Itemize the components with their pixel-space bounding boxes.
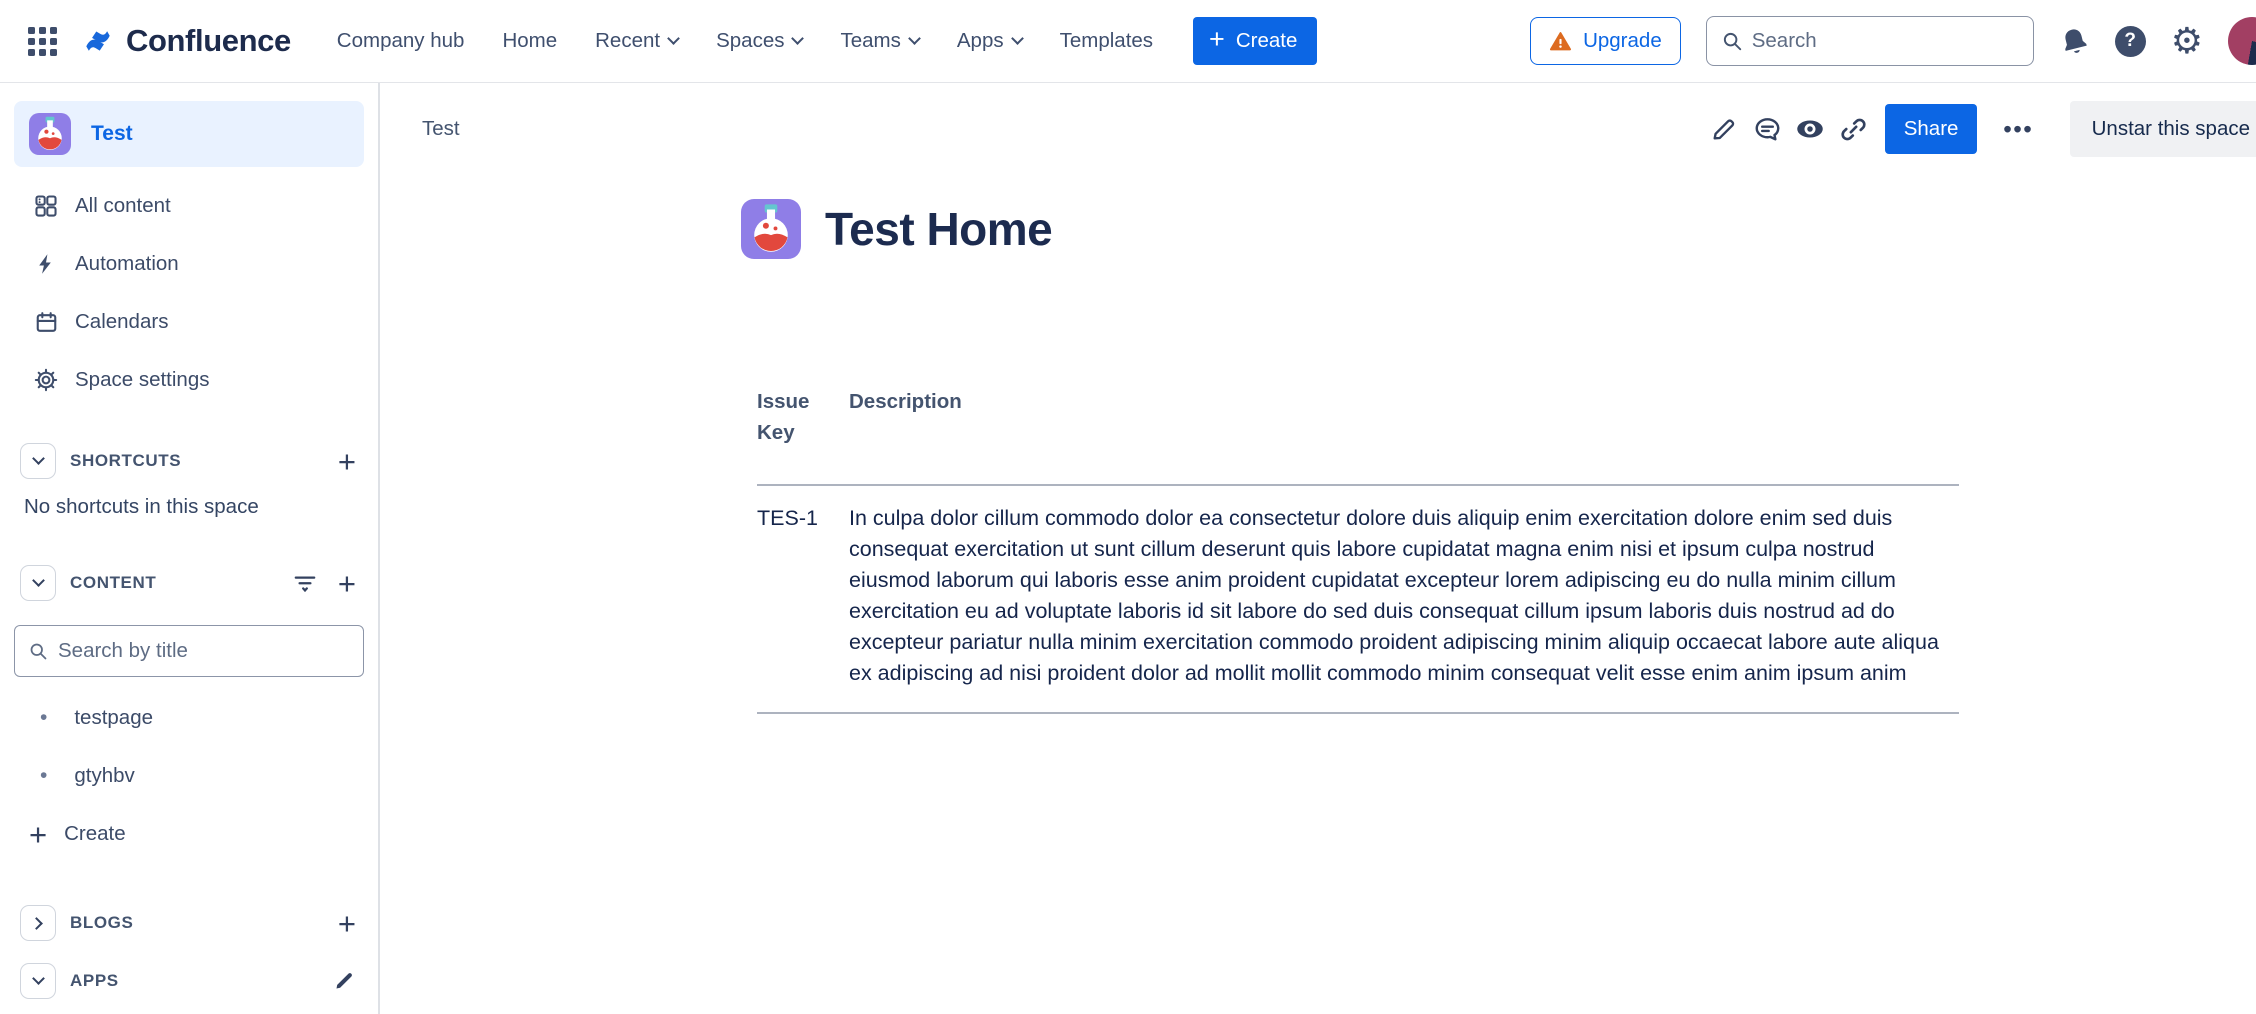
table-row: TES-1 In culpa dolor cillum commodo dolo… [757, 486, 1959, 714]
page-item-gtyhbv[interactable]: • gtyhbv [14, 747, 364, 805]
collapse-apps-button[interactable] [20, 963, 56, 999]
grid-icon [32, 193, 60, 219]
table-header-row: Issue Key Description [757, 386, 1959, 486]
notifications-bell-icon[interactable] [2059, 26, 2090, 57]
column-header-issue-key: Issue Key [757, 386, 849, 448]
sidebar-item-calendars[interactable]: Calendars [14, 293, 364, 351]
unstar-tooltip: Unstar this space [2070, 101, 2256, 157]
space-avatar-flask-icon [29, 113, 71, 155]
add-shortcut-button[interactable]: + [338, 446, 356, 477]
nav-company-hub[interactable]: Company hub [337, 29, 465, 53]
nav-apps[interactable]: Apps [957, 29, 1022, 53]
plus-icon: + [29, 819, 47, 850]
breadcrumb[interactable]: Test [422, 117, 460, 141]
bullet-icon: • [40, 764, 47, 788]
add-content-button[interactable]: + [338, 568, 356, 599]
calendar-icon [32, 310, 60, 335]
page-content: Test [380, 83, 2256, 1014]
chevron-right-icon [30, 917, 43, 930]
expand-blogs-button[interactable] [20, 905, 56, 941]
brand-wordmark: Confluence [126, 23, 291, 59]
copy-link-icon[interactable] [1832, 104, 1875, 154]
help-icon[interactable]: ? [2115, 26, 2146, 57]
space-sidebar: Test All content Aut [0, 83, 380, 1014]
edit-pencil-icon[interactable] [1703, 104, 1746, 154]
sidebar-create-page-button[interactable]: + Create [14, 805, 364, 863]
chevron-down-icon [32, 972, 45, 985]
edit-apps-pencil-icon[interactable] [332, 969, 356, 993]
lightning-icon [32, 252, 60, 276]
apps-title: APPS [70, 971, 119, 991]
plus-icon: + [1209, 24, 1225, 55]
chevron-down-icon [1011, 32, 1024, 45]
content-search[interactable] [14, 625, 364, 677]
column-header-description: Description [849, 386, 1959, 448]
confluence-home-link[interactable]: Confluence [81, 23, 291, 59]
issue-key-cell: TES-1 [757, 503, 849, 689]
blogs-section-header: BLOGS + [14, 905, 364, 941]
page-item-testpage[interactable]: • testpage [14, 689, 364, 747]
chevron-down-icon [667, 32, 680, 45]
topbar-right-group: Upgrade ? ⚙ [1530, 16, 2256, 66]
settings-gear-icon[interactable]: ⚙ [2171, 23, 2203, 59]
collapse-shortcuts-button[interactable] [20, 443, 56, 479]
shortcuts-empty-text: No shortcuts in this space [24, 495, 364, 519]
filter-icon[interactable] [292, 570, 318, 596]
chevron-down-icon [908, 32, 921, 45]
shortcuts-section-header: SHORTCUTS + [14, 443, 364, 479]
content-search-input[interactable] [58, 639, 350, 663]
search-icon [1721, 30, 1743, 52]
search-input[interactable] [1752, 29, 2019, 53]
app-switcher-icon[interactable] [24, 23, 61, 60]
nav-recent[interactable]: Recent [595, 29, 678, 53]
sidebar-item-all-content[interactable]: All content [14, 177, 364, 235]
page-title: Test Home [825, 202, 1052, 256]
top-navigation-bar: Confluence Company hub Home Recent Space… [0, 0, 2256, 83]
confluence-logo-icon [81, 24, 115, 58]
watch-eye-icon[interactable] [1789, 104, 1832, 154]
gear-icon [32, 367, 60, 393]
collapse-content-button[interactable] [20, 565, 56, 601]
chevron-down-icon [32, 452, 45, 465]
content-section-header: CONTENT + [14, 565, 364, 601]
sidebar-item-automation[interactable]: Automation [14, 235, 364, 293]
chevron-down-icon [32, 574, 45, 587]
comment-icon[interactable] [1746, 104, 1789, 154]
bullet-icon: • [40, 706, 47, 730]
apps-section-header: APPS [14, 963, 364, 999]
sidebar-item-space-settings[interactable]: Space settings [14, 351, 364, 409]
chevron-down-icon [792, 32, 805, 45]
content-title: CONTENT [70, 573, 156, 593]
nav-spaces[interactable]: Spaces [716, 29, 802, 53]
page-tree: • testpage • gtyhbv + Create [14, 689, 364, 863]
sidebar-item-space-test[interactable]: Test [14, 101, 364, 167]
user-avatar[interactable] [2228, 17, 2256, 65]
blogs-title: BLOGS [70, 913, 133, 933]
page-actions: Share ••• Unstar this space [1703, 99, 2256, 159]
page-title-row: Test Home [741, 199, 1052, 259]
share-button[interactable]: Share [1885, 104, 1978, 154]
issues-table: Issue Key Description TES-1 In culpa dol… [757, 386, 1959, 714]
create-button[interactable]: + Create [1193, 17, 1317, 65]
more-icon[interactable]: ••• [1991, 116, 2045, 143]
space-name: Test [91, 122, 133, 146]
nav-home[interactable]: Home [502, 29, 557, 53]
global-search[interactable] [1706, 16, 2034, 66]
description-cell: In culpa dolor cillum commodo dolor ea c… [849, 503, 1959, 689]
primary-nav: Company hub Home Recent Spaces Teams App… [337, 29, 1153, 53]
nav-teams[interactable]: Teams [840, 29, 918, 53]
warning-icon [1549, 30, 1572, 53]
add-blog-button[interactable]: + [338, 908, 356, 939]
search-icon [28, 641, 48, 661]
page-emoji-flask-icon[interactable] [741, 199, 801, 259]
sidebar-items: All content Automation Calendars [14, 177, 364, 409]
shortcuts-title: SHORTCUTS [70, 451, 181, 471]
nav-templates[interactable]: Templates [1060, 29, 1153, 53]
upgrade-button[interactable]: Upgrade [1530, 17, 1681, 65]
